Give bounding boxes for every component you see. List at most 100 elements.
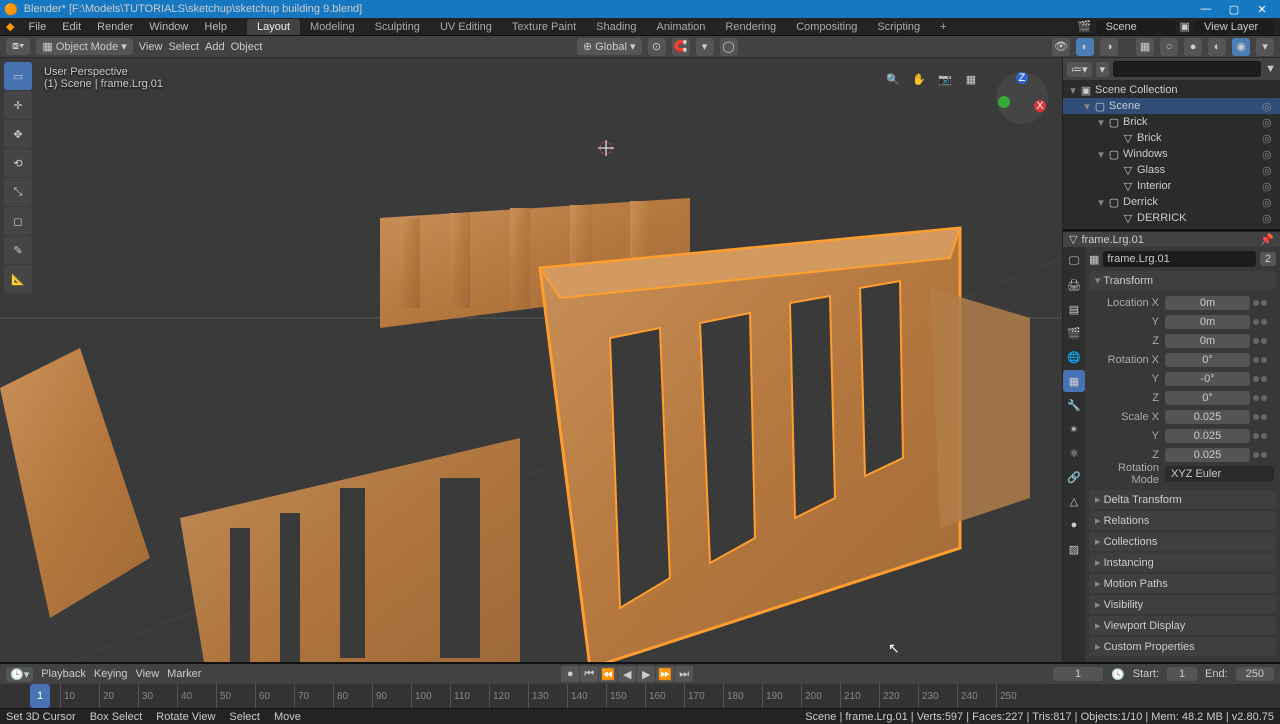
tab-sculpting[interactable]: Sculpting [365,19,430,35]
viewport-menu-object[interactable]: Object [231,41,263,53]
field-rot-x[interactable]: 0° [1165,353,1250,367]
timeline-ruler[interactable]: 1 10203040506070809010011012013014015016… [0,684,1280,708]
camera-icon[interactable]: 📷 [934,68,956,90]
tool-transform[interactable]: ◻ [4,207,32,235]
tool-move[interactable]: ✥ [4,120,32,148]
timeline-type-icon[interactable]: 🕒▾ [6,667,33,682]
viewlayer-selector[interactable]: View Layer [1194,20,1274,34]
viewport-menu-add[interactable]: Add [205,41,225,53]
tab-animation[interactable]: Animation [647,19,716,35]
field-scale-y[interactable]: 0.025 [1165,429,1250,443]
nav-gizmo[interactable]: X Z [992,68,1052,128]
panel-relations[interactable]: Relations [1089,511,1276,530]
field-loc-y[interactable]: 0m [1165,315,1250,329]
panel-custom-properties[interactable]: Custom Properties [1089,637,1276,656]
tab-rendering[interactable]: Rendering [715,19,786,35]
playhead[interactable]: 1 [30,684,50,708]
snap-icon[interactable]: 🧲 [672,38,690,56]
tab-add-workspace[interactable]: + [930,19,956,35]
close-button[interactable]: ✕ [1248,3,1276,16]
outliner-item[interactable]: ▾▢Brick◎ [1063,114,1280,130]
minimize-button[interactable]: — [1192,3,1220,15]
panel-header-transform[interactable]: Transform [1089,271,1276,290]
panel-instancing[interactable]: Instancing [1089,553,1276,572]
shading-wire-icon[interactable]: ○ [1160,38,1178,56]
timeline-menu-playback[interactable]: Playback [41,668,86,680]
panel-motion-paths[interactable]: Motion Paths [1089,574,1276,593]
maximize-button[interactable]: ▢ [1220,3,1248,16]
menu-render[interactable]: Render [89,21,141,33]
viewport-menu-select[interactable]: Select [168,41,199,53]
play-icon[interactable]: ▶ [637,666,655,682]
outliner-item[interactable]: ▽Brick◎ [1063,130,1280,146]
rotation-mode-dropdown[interactable]: XYZ Euler [1165,466,1274,482]
tab-modeling[interactable]: Modeling [300,19,365,35]
tool-select-box[interactable]: ▭ [4,62,32,90]
active-object-name[interactable]: frame.Lrg.01 [1081,234,1256,246]
shading-rendered-icon[interactable]: ◉ [1232,38,1250,56]
jump-end-icon[interactable]: ⏭ [675,666,693,682]
sync-icon[interactable]: 🕓 [1111,668,1125,681]
scene-selector[interactable]: Scene [1096,20,1176,34]
outliner-item[interactable]: ▾▢Derrick◎ [1063,194,1280,210]
panel-collections[interactable]: Collections [1089,532,1276,551]
menu-edit[interactable]: Edit [54,21,89,33]
timeline-menu-keying[interactable]: Keying [94,668,128,680]
outliner-type-icon[interactable]: ≔▾ [1067,62,1092,77]
tab-texpaint[interactable]: Texture Paint [502,19,586,35]
end-frame-field[interactable]: 250 [1236,667,1274,681]
menu-window[interactable]: Window [141,21,196,33]
field-loc-x[interactable]: 0m [1165,296,1250,310]
tool-cursor[interactable]: ✛ [4,91,32,119]
viewport-menu-view[interactable]: View [139,41,163,53]
current-frame-field[interactable]: 1 [1053,667,1103,681]
proptab-output[interactable]: 🖨 [1063,274,1085,296]
proptab-modifiers[interactable]: 🔧 [1063,394,1085,416]
editor-type-button[interactable]: ⧇▾ [6,38,30,55]
timeline-menu-view[interactable]: View [136,668,160,680]
tool-annotate[interactable]: ✎ [4,236,32,264]
shading-solid-icon[interactable]: ● [1184,38,1202,56]
gizmo-toggle-icon[interactable]: ◐ [1076,38,1094,56]
keyframe-prev-icon[interactable]: ⏪ [599,666,617,682]
orientation-selector[interactable]: ⊕ Global ▾ [577,38,642,55]
3d-viewport[interactable]: User Perspective (1) Scene | frame.Lrg.0… [0,58,1062,662]
field-rot-z[interactable]: 0° [1165,391,1250,405]
panel-delta-transform[interactable]: Delta Transform [1089,490,1276,509]
tool-rotate[interactable]: ⟲ [4,149,32,177]
outliner-item[interactable]: ▽Interior◎ [1063,178,1280,194]
outliner-display-icon[interactable]: ▾ [1096,62,1110,77]
proptab-scene[interactable]: 🎬 [1063,322,1085,344]
mode-selector[interactable]: ▦ Object Mode ▾ [36,38,132,55]
proptab-render[interactable]: 🖵 [1063,250,1085,272]
tab-layout[interactable]: Layout [247,19,300,35]
overlay-icon[interactable]: ◑ [1100,38,1118,56]
play-reverse-icon[interactable]: ◀ [618,666,636,682]
visibility-icon[interactable]: 👁 [1052,38,1070,56]
snap-type-icon[interactable]: ▾ [696,38,714,56]
proptab-physics[interactable]: ⚛ [1063,442,1085,464]
proptab-world[interactable]: 🌐 [1063,346,1085,368]
outliner-search[interactable] [1113,61,1261,77]
proptab-object[interactable]: ▦ [1063,370,1085,392]
outliner-item[interactable]: ▽Glass◎ [1063,162,1280,178]
tab-compositing[interactable]: Compositing [786,19,867,35]
outliner-item[interactable]: ▾▢Scene◎ [1063,98,1280,114]
proptab-particles[interactable]: ✴ [1063,418,1085,440]
shading-lookdev-icon[interactable]: ◐ [1208,38,1226,56]
proptab-material[interactable]: ● [1063,514,1085,536]
pin-icon[interactable]: 📌 [1260,233,1274,246]
proptab-constraints[interactable]: 🔗 [1063,466,1085,488]
field-loc-z[interactable]: 0m [1165,334,1250,348]
proptab-data[interactable]: △ [1063,490,1085,512]
field-scale-z[interactable]: 0.025 [1165,448,1250,462]
shading-dropdown-icon[interactable]: ▾ [1256,38,1274,56]
menu-help[interactable]: Help [196,21,235,33]
tab-shading[interactable]: Shading [586,19,646,35]
tool-scale[interactable]: ⤡ [4,178,32,206]
xray-icon[interactable]: ▦ [1136,38,1154,56]
tool-measure[interactable]: 📐 [4,265,32,293]
object-name-field[interactable] [1103,251,1255,267]
pivot-icon[interactable]: ⊙ [648,38,666,56]
tab-scripting[interactable]: Scripting [867,19,930,35]
